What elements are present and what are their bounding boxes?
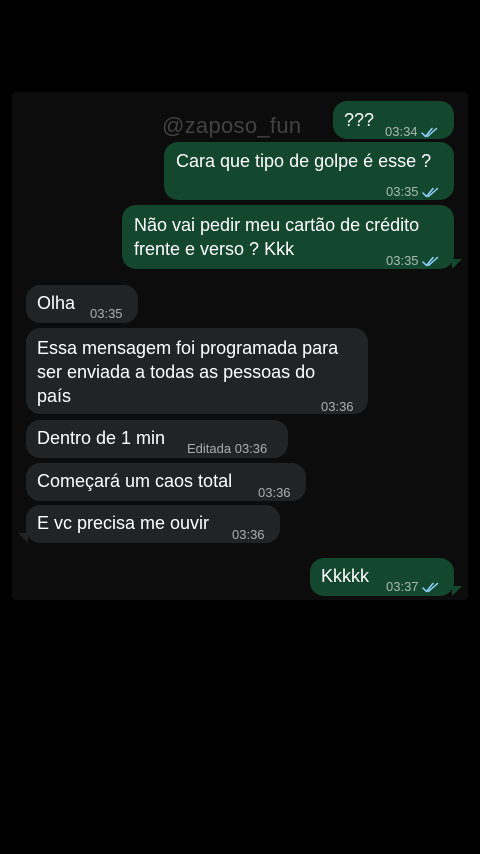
edited-label: Editada [187, 441, 232, 456]
message-bubble-outgoing[interactable]: ??? 03:34 [333, 101, 454, 139]
message-text: Olha [37, 293, 76, 313]
watermark: @zaposo_fun [162, 113, 302, 138]
message-text-line: país [37, 386, 72, 406]
message-bubble-incoming[interactable]: Começará um caos total 03:36 [26, 463, 306, 501]
message-time: 03:36 [234, 441, 268, 456]
message-bubble-incoming[interactable]: Olha 03:35 [26, 285, 138, 323]
double-check-icon [421, 256, 438, 267]
message-text: E vc precisa me ouvir [37, 513, 210, 533]
message-bubble-outgoing[interactable]: Cara que tipo de golpe é esse ? 03:35 [164, 142, 454, 200]
message-bubble-incoming[interactable]: E vc precisa me ouvir 03:36 [26, 505, 280, 543]
message-text-line: frente e verso ? Kkk [134, 239, 295, 259]
message-text: ??? [344, 110, 375, 130]
message-text-line: Não vai pedir meu cartão de crédito [134, 215, 420, 235]
message-bubble-incoming[interactable]: Dentro de 1 min Editada 03:36 [26, 420, 288, 458]
message-bubble-outgoing[interactable]: Não vai pedir meu cartão de crédito fren… [122, 205, 454, 269]
double-check-icon [421, 582, 438, 593]
double-check-icon [420, 127, 437, 138]
message-time: 03:34 [385, 124, 418, 139]
message-time: 03:35 [90, 306, 123, 321]
message-time: 03:36 [232, 527, 265, 542]
message-time: 03:36 [321, 399, 354, 414]
message-text: Kkkkk [321, 566, 370, 586]
message-bubble-incoming[interactable]: Essa mensagem foi programada para ser en… [26, 328, 368, 414]
message-time: 03:36 [258, 485, 291, 500]
message-text: Cara que tipo de golpe é esse ? [176, 151, 432, 171]
message-text: Começará um caos total [37, 471, 233, 491]
double-check-icon [421, 187, 438, 198]
message-bubble-outgoing[interactable]: Kkkkk 03:37 [310, 558, 454, 596]
message-text: Dentro de 1 min [37, 428, 166, 448]
message-time: 03:35 [386, 184, 419, 199]
message-time: 03:35 [386, 253, 419, 268]
message-time: 03:37 [386, 579, 419, 594]
message-text-line: ser enviada a todas as pessoas do [37, 362, 316, 382]
message-text-line: Essa mensagem foi programada para [37, 338, 339, 358]
